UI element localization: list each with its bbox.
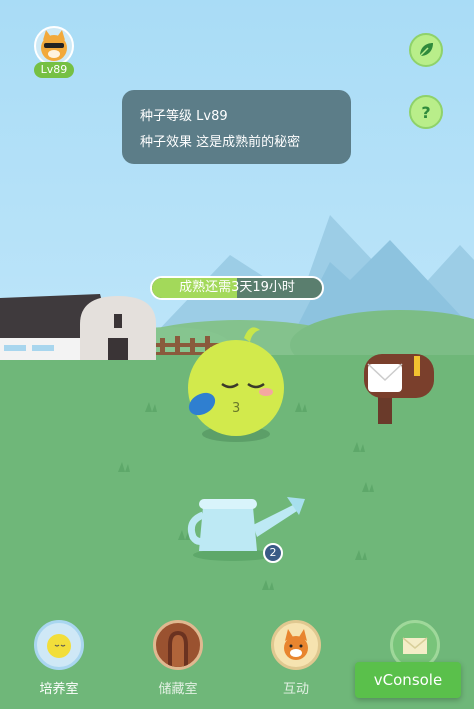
leaf-button[interactable] — [409, 33, 443, 67]
user-avatar[interactable] — [34, 26, 74, 66]
svg-text:?: ? — [421, 103, 430, 121]
leaf-icon — [419, 43, 433, 57]
mailbox[interactable] — [360, 350, 440, 426]
nav-label-storage: 储藏室 — [158, 682, 198, 697]
growth-progress-text: 成熟还需3天19小时 — [179, 280, 295, 295]
question-icon: ? — [421, 103, 430, 121]
nav-item-storage[interactable]: 储藏室 — [150, 620, 206, 697]
watering-count-badge: 2 — [263, 543, 283, 563]
nav-item-interact[interactable]: 互动 — [268, 620, 324, 697]
growth-progress-bar: 成熟还需3天19小时 — [150, 276, 324, 300]
svg-text:3: 3 — [232, 401, 240, 416]
nav-label-nursery: 培养室 — [39, 682, 79, 697]
garden-scene: ? Lv89 种子等级 Lv89 种子效果 这是成熟前的秘密 成熟还需3天19小… — [0, 0, 474, 709]
vconsole-button[interactable]: vConsole — [355, 662, 461, 698]
door-icon — [153, 620, 203, 670]
watering-can[interactable] — [183, 485, 309, 565]
seed-info-tooltip: 种子等级 Lv89 种子效果 这是成熟前的秘密 — [122, 90, 351, 164]
fox-avatar-icon — [41, 30, 67, 61]
user-level-badge: Lv89 — [34, 62, 74, 78]
seed-character[interactable]: 3 — [180, 322, 296, 448]
seed-icon — [34, 620, 84, 670]
seed-level-text: 种子等级 Lv89 — [140, 109, 228, 124]
barn-illustration — [0, 294, 156, 360]
nav-label-interact: 互动 — [282, 682, 309, 697]
seed-effect-text: 种子效果 这是成熟前的秘密 — [140, 135, 301, 150]
fox-icon — [271, 620, 321, 670]
help-button[interactable]: ? — [409, 95, 443, 129]
nav-item-nursery[interactable]: 培养室 — [31, 620, 87, 697]
